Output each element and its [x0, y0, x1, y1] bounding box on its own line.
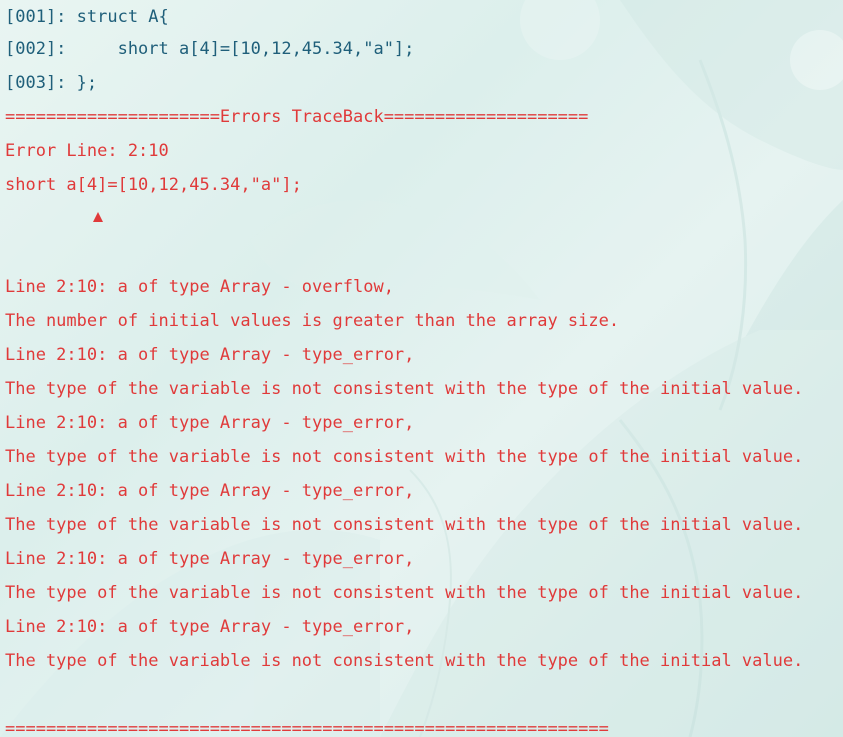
- error-message-11: Line 2:10: a of type Array - type_error,: [5, 617, 415, 637]
- error-message-3: Line 2:10: a of type Array - type_error,: [5, 345, 415, 365]
- error-source-line: short a[4]=[10,12,45.34,"a"];: [5, 175, 302, 195]
- source-line-1: [001]: struct A{: [5, 7, 169, 27]
- error-message-6: The type of the variable is not consiste…: [5, 447, 804, 467]
- console-output: [001]: struct A{ [002]: short a[4]=[10,1…: [0, 0, 843, 737]
- caret-up-icon: [93, 212, 103, 222]
- error-message-10: The type of the variable is not consiste…: [5, 583, 804, 603]
- error-message-12: The type of the variable is not consiste…: [5, 651, 804, 671]
- source-line-3: [003]: };: [5, 73, 98, 93]
- error-message-9: Line 2:10: a of type Array - type_error,: [5, 549, 415, 569]
- traceback-footer: ========================================…: [5, 719, 609, 737]
- traceback-header: =====================Errors TraceBack===…: [5, 107, 589, 127]
- error-message-7: Line 2:10: a of type Array - type_error,: [5, 481, 415, 501]
- error-message-8: The type of the variable is not consiste…: [5, 515, 804, 535]
- error-message-4: The type of the variable is not consiste…: [5, 379, 804, 399]
- error-message-1: Line 2:10: a of type Array - overflow,: [5, 277, 394, 297]
- error-line-label: Error Line: 2:10: [5, 141, 169, 161]
- error-message-2: The number of initial values is greater …: [5, 311, 620, 331]
- error-message-5: Line 2:10: a of type Array - type_error,: [5, 413, 415, 433]
- source-line-2: [002]: short a[4]=[10,12,45.34,"a"];: [5, 39, 415, 59]
